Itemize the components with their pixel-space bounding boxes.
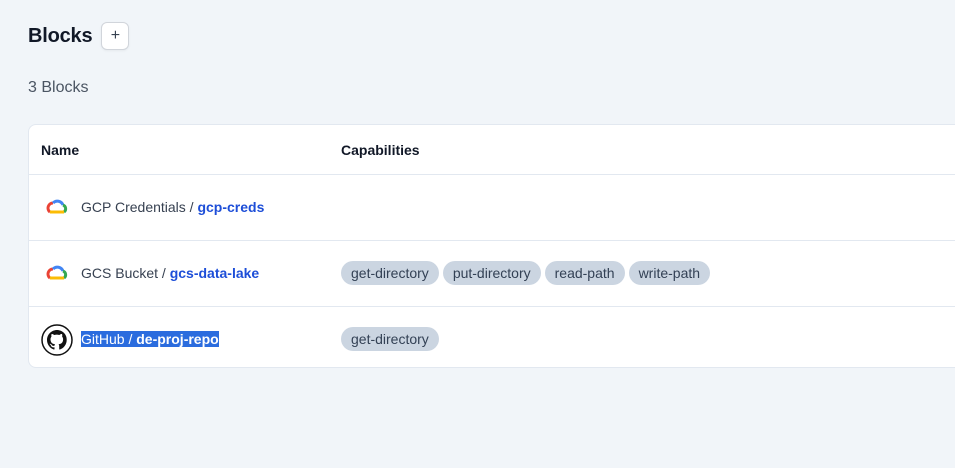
blocks-table: Name Capabilities GCP Credentials / gcp-… bbox=[28, 124, 955, 368]
name-separator: / bbox=[158, 265, 170, 281]
block-type: GCS Bucket bbox=[81, 265, 159, 281]
column-header-name: Name bbox=[41, 141, 80, 158]
capability-badge: get-directory bbox=[341, 327, 439, 351]
capabilities-list: get-directory bbox=[341, 327, 439, 351]
block-slug-link[interactable]: gcs-data-lake bbox=[170, 265, 259, 281]
block-slug-link[interactable]: de-proj-repo bbox=[136, 331, 218, 347]
table-row[interactable]: GitHub / de-proj-repo get-directory bbox=[29, 307, 955, 367]
table-header: Name Capabilities bbox=[29, 125, 955, 175]
block-type: GitHub bbox=[81, 331, 125, 347]
block-name[interactable]: GitHub / de-proj-repo bbox=[81, 331, 219, 347]
block-slug-link[interactable]: gcp-creds bbox=[197, 199, 264, 215]
block-name[interactable]: GCP Credentials / gcp-creds bbox=[81, 199, 264, 215]
name-separator: / bbox=[185, 199, 198, 215]
table-row[interactable]: GCS Bucket / gcs-data-lake get-directory… bbox=[29, 241, 955, 307]
google-cloud-icon bbox=[41, 192, 73, 224]
capability-badge: read-path bbox=[544, 261, 625, 285]
add-block-button[interactable]: + bbox=[101, 22, 130, 50]
block-type: GCP Credentials bbox=[81, 199, 186, 215]
capability-badge: get-directory bbox=[341, 261, 439, 285]
capability-badge: put-directory bbox=[442, 261, 541, 285]
table-row[interactable]: GCP Credentials / gcp-creds bbox=[29, 175, 955, 241]
capabilities-list: get-directory put-directory read-path wr… bbox=[341, 261, 711, 285]
capability-badge: write-path bbox=[628, 261, 711, 285]
column-header-capabilities: Capabilities bbox=[341, 141, 420, 158]
page-header: Blocks + bbox=[28, 22, 130, 50]
github-icon bbox=[41, 324, 73, 356]
block-count: 3 Blocks bbox=[28, 79, 89, 96]
block-name[interactable]: GCS Bucket / gcs-data-lake bbox=[81, 265, 259, 281]
name-separator: / bbox=[124, 331, 137, 347]
page-title: Blocks bbox=[28, 24, 93, 47]
google-cloud-icon bbox=[41, 258, 73, 290]
